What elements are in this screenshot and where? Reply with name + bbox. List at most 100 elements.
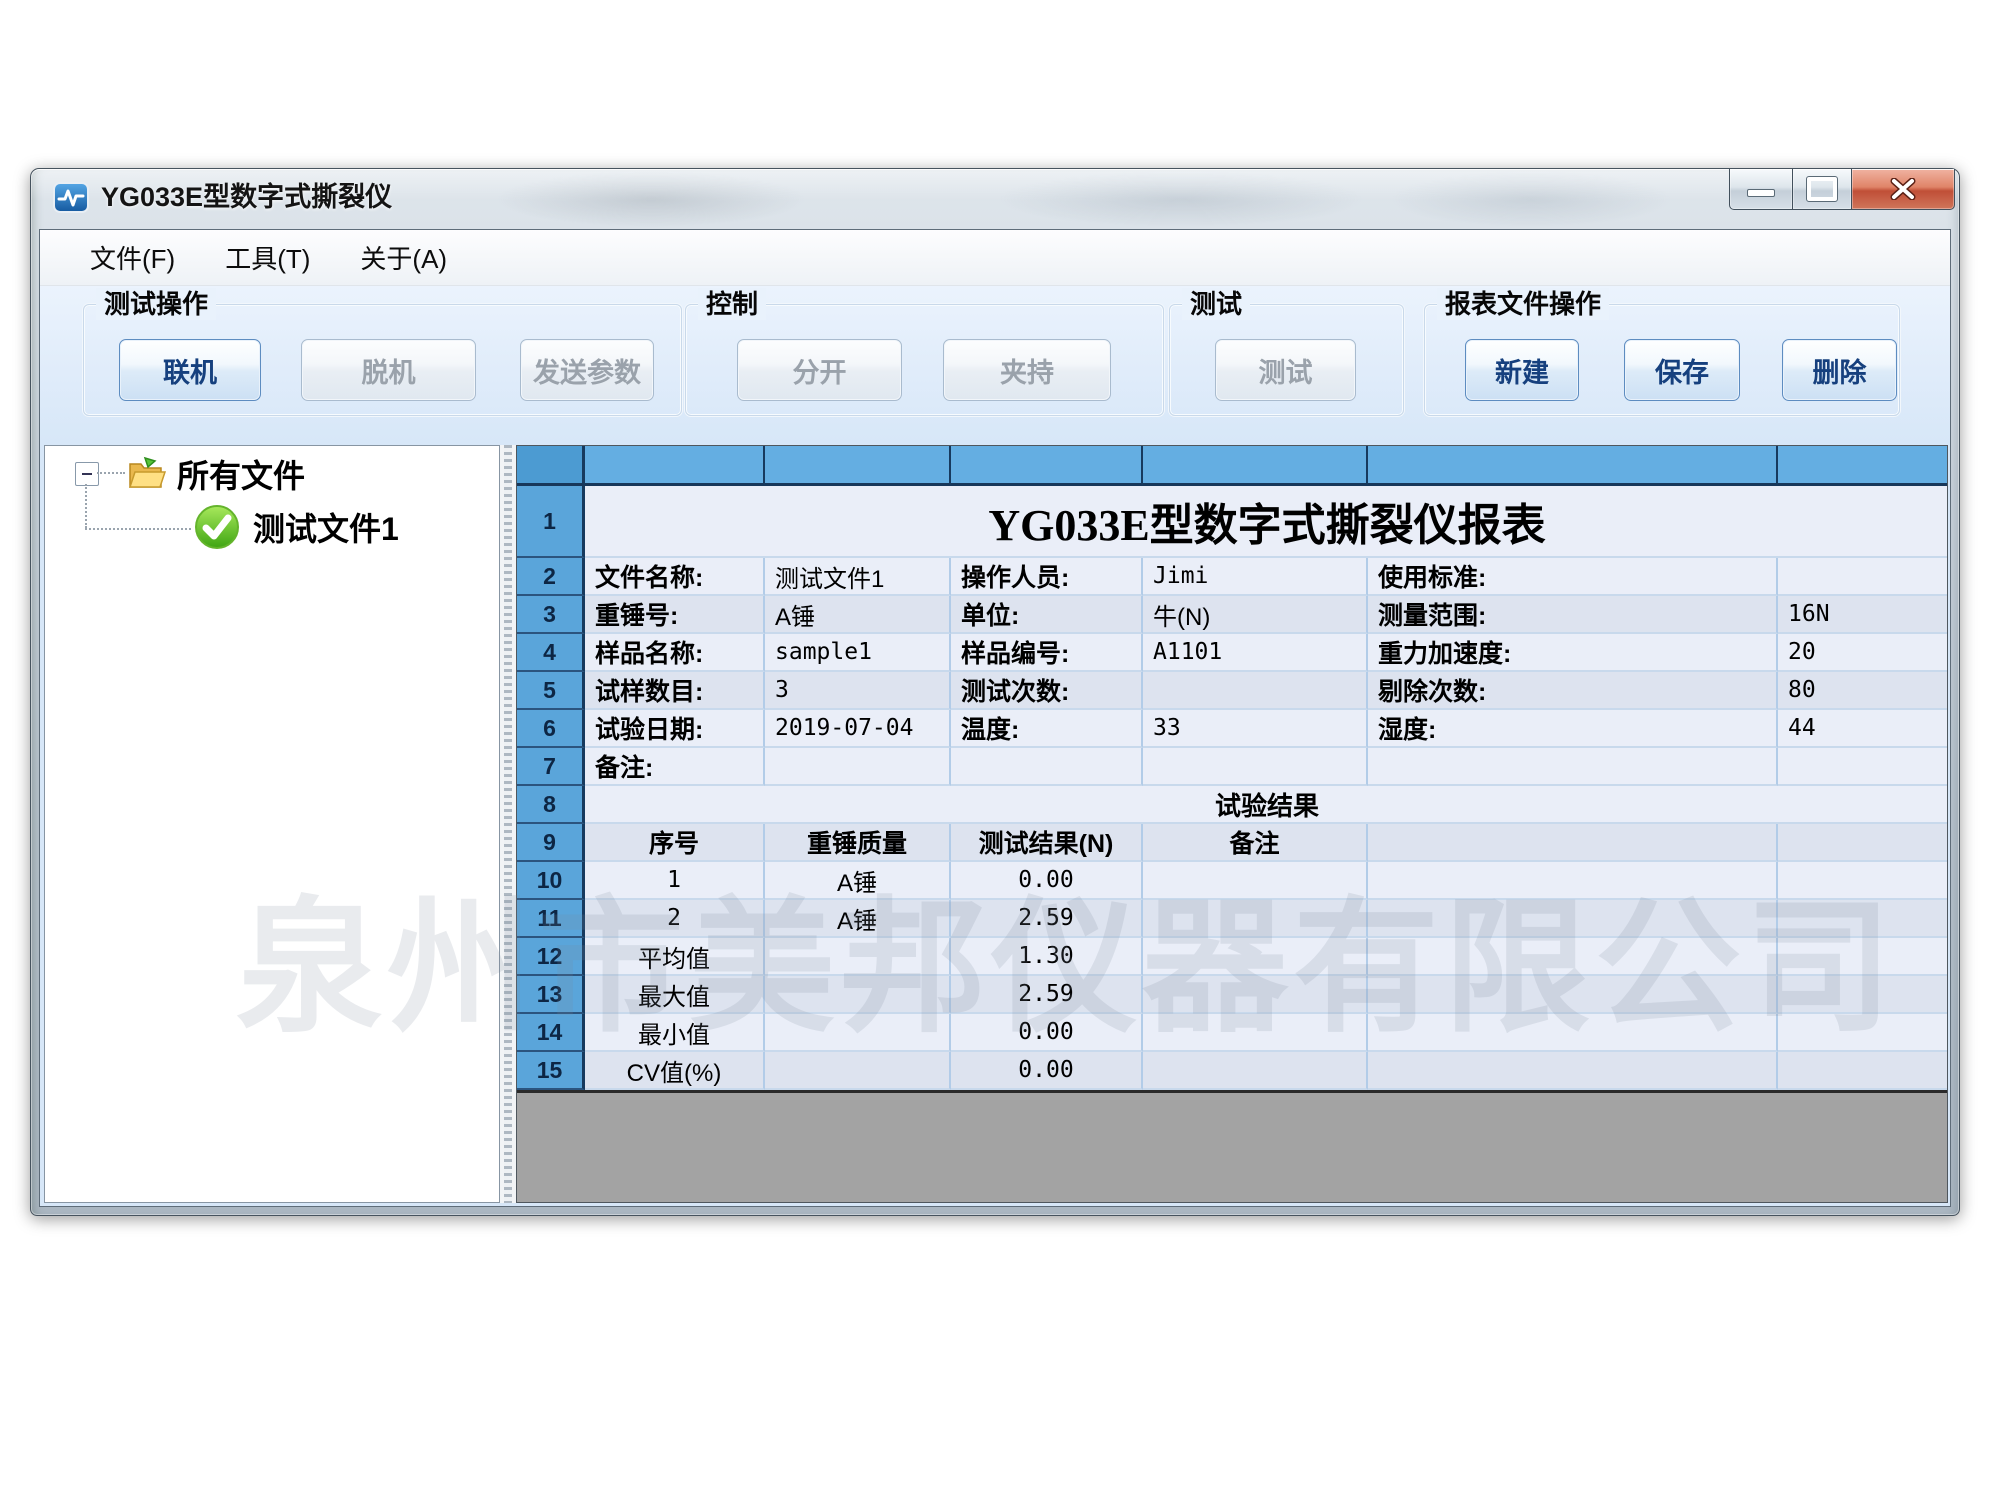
splitter-handle[interactable] bbox=[500, 445, 516, 1203]
grid-cell[interactable]: 使用标准: bbox=[1368, 558, 1778, 596]
grid-cell[interactable] bbox=[1778, 1014, 1948, 1052]
tree-item-all-files[interactable]: 所有文件 bbox=[127, 452, 305, 496]
menu-tools[interactable]: 工具(T) bbox=[225, 239, 310, 276]
grid-cell[interactable] bbox=[765, 976, 951, 1014]
column-header[interactable] bbox=[585, 446, 765, 486]
maximize-button[interactable] bbox=[1792, 169, 1852, 210]
column-header[interactable] bbox=[951, 446, 1143, 486]
row-number[interactable]: 3 bbox=[517, 596, 585, 634]
row-number[interactable]: 13 bbox=[517, 976, 585, 1014]
grid-cell[interactable]: CV值(%) bbox=[585, 1052, 765, 1090]
grid-cell[interactable]: 试验日期: bbox=[585, 710, 765, 748]
column-header[interactable] bbox=[1778, 446, 1948, 486]
grid-cell[interactable]: 重锤质量 bbox=[765, 824, 951, 862]
tree-item-test-file-label[interactable]: 测试文件1 bbox=[253, 504, 399, 550]
row-number[interactable]: 15 bbox=[517, 1052, 585, 1090]
grid-cell[interactable]: 最大值 bbox=[585, 976, 765, 1014]
grid-cell[interactable] bbox=[1143, 1052, 1368, 1090]
column-header[interactable] bbox=[765, 446, 951, 486]
close-button[interactable] bbox=[1851, 169, 1955, 210]
grid-cell[interactable] bbox=[765, 938, 951, 976]
row-number[interactable]: 8 bbox=[517, 786, 585, 824]
grid-cell[interactable] bbox=[1368, 1014, 1778, 1052]
delete-button[interactable]: 删除 bbox=[1782, 339, 1897, 401]
grid-cell[interactable] bbox=[1368, 1052, 1778, 1090]
row-number[interactable]: 2 bbox=[517, 558, 585, 596]
grid-cell[interactable]: 单位: bbox=[951, 596, 1143, 634]
grid-cell[interactable]: 2.59 bbox=[951, 900, 1143, 938]
grid-cell[interactable]: 0.00 bbox=[951, 862, 1143, 900]
grid-cell[interactable] bbox=[1778, 862, 1948, 900]
grid-cell[interactable]: 2.59 bbox=[951, 976, 1143, 1014]
row-number[interactable]: 7 bbox=[517, 748, 585, 786]
grid-cell[interactable]: 试样数目: bbox=[585, 672, 765, 710]
grid-cell[interactable]: 测试次数: bbox=[951, 672, 1143, 710]
tree-item-test-file[interactable]: 测试文件1 bbox=[193, 502, 399, 552]
grid-cell[interactable]: 平均值 bbox=[585, 938, 765, 976]
row-number[interactable]: 6 bbox=[517, 710, 585, 748]
grid-cell[interactable]: 最小值 bbox=[585, 1014, 765, 1052]
grid-cell[interactable] bbox=[951, 748, 1143, 786]
grid-cell[interactable]: 备注 bbox=[1143, 824, 1368, 862]
row-number[interactable]: 12 bbox=[517, 938, 585, 976]
column-header[interactable] bbox=[1368, 446, 1778, 486]
grid-corner-cell[interactable] bbox=[517, 446, 585, 486]
grid-cell[interactable] bbox=[1368, 748, 1778, 786]
grid-cell[interactable] bbox=[1778, 558, 1948, 596]
grid-cell[interactable] bbox=[1143, 748, 1368, 786]
grid-cell[interactable]: A1101 bbox=[1143, 634, 1368, 672]
grid-cell[interactable]: Jimi bbox=[1143, 558, 1368, 596]
save-button[interactable]: 保存 bbox=[1624, 339, 1740, 401]
grid-cell[interactable] bbox=[1368, 862, 1778, 900]
row-number[interactable]: 1 bbox=[517, 486, 585, 558]
grid-cell[interactable]: 20 bbox=[1778, 634, 1948, 672]
grid-cell[interactable] bbox=[1143, 1014, 1368, 1052]
column-header[interactable] bbox=[1143, 446, 1368, 486]
grid-cell[interactable]: 温度: bbox=[951, 710, 1143, 748]
grid-cell[interactable] bbox=[1778, 1052, 1948, 1090]
minimize-button[interactable] bbox=[1729, 169, 1793, 210]
grid-cell[interactable] bbox=[1778, 938, 1948, 976]
grid-cell[interactable]: 操作人员: bbox=[951, 558, 1143, 596]
grid-cell[interactable]: 牛(N) bbox=[1143, 596, 1368, 634]
grid-cell[interactable]: 2019-07-04 bbox=[765, 710, 951, 748]
grid-cell[interactable]: 序号 bbox=[585, 824, 765, 862]
grid-cell[interactable]: A锤 bbox=[765, 900, 951, 938]
grid-cell[interactable]: 重力加速度: bbox=[1368, 634, 1778, 672]
grid-cell[interactable] bbox=[1143, 938, 1368, 976]
grid-cell[interactable]: 备注: bbox=[585, 748, 765, 786]
grid-cell[interactable]: 测量范围: bbox=[1368, 596, 1778, 634]
grid-cell[interactable]: 1.30 bbox=[951, 938, 1143, 976]
grid-cell[interactable]: 2 bbox=[585, 900, 765, 938]
grid-cell[interactable]: 样品名称: bbox=[585, 634, 765, 672]
row-number[interactable]: 9 bbox=[517, 824, 585, 862]
grid-cell[interactable]: 湿度: bbox=[1368, 710, 1778, 748]
grid-cell[interactable] bbox=[1778, 824, 1948, 862]
grid-cell[interactable] bbox=[1368, 938, 1778, 976]
tree-item-all-files-label[interactable]: 所有文件 bbox=[177, 451, 305, 497]
new-button[interactable]: 新建 bbox=[1465, 339, 1579, 401]
grid-cell[interactable]: 测试文件1 bbox=[765, 558, 951, 596]
connect-button[interactable]: 联机 bbox=[119, 339, 261, 401]
grid-cell[interactable] bbox=[1143, 976, 1368, 1014]
grid-cell[interactable]: 重锤号: bbox=[585, 596, 765, 634]
grid-cell[interactable]: 1 bbox=[585, 862, 765, 900]
grid-cell[interactable]: 剔除次数: bbox=[1368, 672, 1778, 710]
grid-cell[interactable]: 文件名称: bbox=[585, 558, 765, 596]
grid-cell[interactable]: 16N bbox=[1778, 596, 1948, 634]
row-number[interactable]: 10 bbox=[517, 862, 585, 900]
grid-cell[interactable] bbox=[1143, 900, 1368, 938]
grid-cell[interactable] bbox=[1778, 748, 1948, 786]
grid-cell[interactable]: A锤 bbox=[765, 862, 951, 900]
row-number[interactable]: 11 bbox=[517, 900, 585, 938]
grid-cell[interactable]: 0.00 bbox=[951, 1014, 1143, 1052]
grid-cell[interactable]: sample1 bbox=[765, 634, 951, 672]
grid-cell[interactable]: A锤 bbox=[765, 596, 951, 634]
grid-cell[interactable]: 0.00 bbox=[951, 1052, 1143, 1090]
grid-cell[interactable] bbox=[1778, 976, 1948, 1014]
grid-cell[interactable]: 样品编号: bbox=[951, 634, 1143, 672]
grid-cell[interactable] bbox=[1143, 862, 1368, 900]
grid-cell[interactable] bbox=[1368, 900, 1778, 938]
tree-collapse-toggle[interactable] bbox=[75, 462, 99, 486]
grid-cell[interactable]: 44 bbox=[1778, 710, 1948, 748]
